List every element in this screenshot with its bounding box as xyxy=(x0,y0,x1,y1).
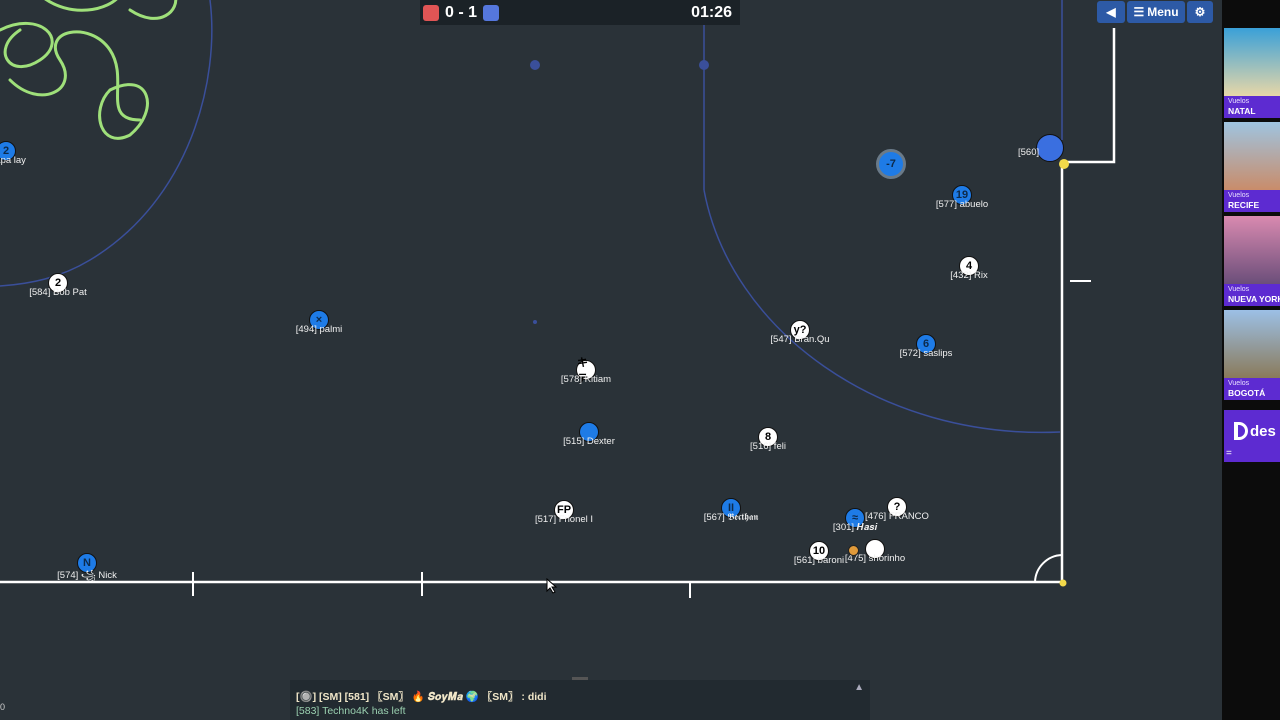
field-logo xyxy=(0,0,178,140)
player: 2papa lay xyxy=(0,141,26,166)
player-name: [577] abuelo xyxy=(935,199,989,210)
player-avatar xyxy=(1036,134,1064,162)
chat-message: [583] Techno4K has left xyxy=(296,705,406,717)
player: × [494] palmi xyxy=(296,310,342,335)
ad-image xyxy=(1224,122,1280,190)
player-name: [432] Rix xyxy=(950,270,988,281)
player: 4 [432] Rix xyxy=(950,256,988,281)
red-team-square xyxy=(423,4,439,21)
ad-image xyxy=(1224,310,1280,378)
flight-ad[interactable]: Vuelos NATAL xyxy=(1224,28,1280,118)
player: II [567] 𝕭𝖊𝖈𝖙𝖍𝖆𝖓 xyxy=(704,498,758,523)
blue-team-square xyxy=(483,4,500,21)
ad-tag: Vuelos xyxy=(1228,380,1250,387)
mouse-cursor-icon xyxy=(546,578,558,594)
ad-tag: Vuelos xyxy=(1228,192,1250,199)
player-name: [516] feli xyxy=(750,441,786,452)
player: N [574] ꧁ Nick xyxy=(57,553,117,581)
player: [475] shorinho xyxy=(845,539,905,564)
player: 8 [516] feli xyxy=(750,427,786,452)
ball xyxy=(848,545,859,556)
chat-box[interactable]: ▲ [🔘] [SM] [581] 〖SM〗 🔥 𝑺𝒐𝒚𝑴𝒂 🌍 〖SM〗 : d… xyxy=(290,677,870,720)
ad-city: BOGOTÁ xyxy=(1228,388,1266,398)
sound-button[interactable]: ◀ xyxy=(1097,1,1125,23)
scoreboard: 0 - 1 01:26 xyxy=(420,0,740,25)
player-name: [584] Bob Pat xyxy=(29,287,87,298)
hamburger-icon: ☰ xyxy=(1133,5,1145,19)
player-name: [547] Bran.Qu xyxy=(770,334,830,345)
player: y? [547] Bran.Qu xyxy=(770,320,830,345)
player-name: [561] baroni xyxy=(793,555,845,566)
brand-ad[interactable]: des = xyxy=(1224,410,1280,462)
game-field: 2papa lay 2[584] Bob Pat ×[494] palmi キテ[57… xyxy=(0,0,1222,720)
menu-label: Menu xyxy=(1147,5,1179,19)
player-name: [476] FRANCO xyxy=(865,511,929,522)
ad-image xyxy=(1224,28,1280,96)
right-arc xyxy=(703,189,1061,434)
player: ? [476] FRANCO xyxy=(865,497,929,522)
ad-city: NATAL xyxy=(1228,106,1256,116)
score: 0 - 1 xyxy=(445,3,478,21)
player-name: [517] Frionel I xyxy=(534,514,594,525)
player: 10 [561] baroni xyxy=(794,541,844,566)
brand-logo-icon xyxy=(1234,422,1248,440)
brand-eq: = xyxy=(1226,448,1232,459)
chevron-up-icon[interactable]: ▲ xyxy=(854,682,864,693)
player-name: papa lay xyxy=(0,155,26,166)
ad-image xyxy=(1224,216,1280,284)
player: ≈ [301] 𝑯𝒂𝒔𝒊 xyxy=(833,508,877,533)
player: 19 [577] abuelo xyxy=(936,185,988,210)
settings-button[interactable]: ⚙ xyxy=(1187,1,1213,23)
flight-ad[interactable]: Vuelos NUEVA YORK xyxy=(1224,216,1280,306)
ad-tag: Vuelos xyxy=(1228,286,1250,293)
player-name: [572] saslips xyxy=(899,348,953,359)
player: [515] Dexter xyxy=(563,422,615,447)
flight-ad[interactable]: Vuelos BOGOTÁ xyxy=(1224,310,1280,400)
field-lines xyxy=(0,0,1116,598)
ad-tag: Vuelos xyxy=(1228,98,1250,105)
player: 6 [572] saslips xyxy=(900,334,952,359)
speaker-back-icon: ◀ xyxy=(1106,5,1116,19)
ad-city: RECIFE xyxy=(1228,200,1260,210)
flight-ad[interactable]: Vuelos RECIFE xyxy=(1224,122,1280,212)
player-name: [494] palmi xyxy=(295,324,343,335)
player-name: [515] Dexter xyxy=(563,436,615,447)
player-name: [578] Kitiam xyxy=(560,374,612,385)
player: キテ [578] Kitiam xyxy=(561,357,611,385)
corner-mark: 0 xyxy=(0,702,6,712)
top-buttons: ◀ ☰ Menu ⚙ xyxy=(1097,1,1213,23)
chat-message: [🔘] [SM] [581] 〖SM〗 🔥 𝑺𝒐𝒚𝑴𝒂 🌍 〖SM〗 : did… xyxy=(296,691,547,703)
player-avatar: -7 xyxy=(876,149,906,179)
gear-icon: ⚙ xyxy=(1194,5,1206,19)
menu-button[interactable]: ☰ Menu xyxy=(1127,1,1185,23)
player: [560] xyxy=(1018,134,1064,162)
player-name: [301] 𝑯𝒂𝒔𝒊 xyxy=(832,522,878,533)
player: -7 xyxy=(876,149,906,179)
ad-column: Vuelos NATAL Vuelos RECIFE Vuelos NUEVA YORK V… xyxy=(1222,0,1280,720)
player-name: [560] xyxy=(1018,147,1040,158)
brand-text: des xyxy=(1250,423,1276,440)
chat-drag-handle[interactable] xyxy=(572,677,588,680)
player-name: [574] ꧁ Nick xyxy=(57,570,117,581)
match-timer: 01:26 xyxy=(691,3,732,21)
player-name: [567] 𝕭𝖊𝖈𝖙𝖍𝖆𝖓 xyxy=(703,512,759,523)
player: 2 [584] Bob Pat xyxy=(29,273,87,298)
ad-city: NUEVA YORK xyxy=(1228,294,1280,304)
player: FP [517] Frionel I xyxy=(535,500,593,525)
